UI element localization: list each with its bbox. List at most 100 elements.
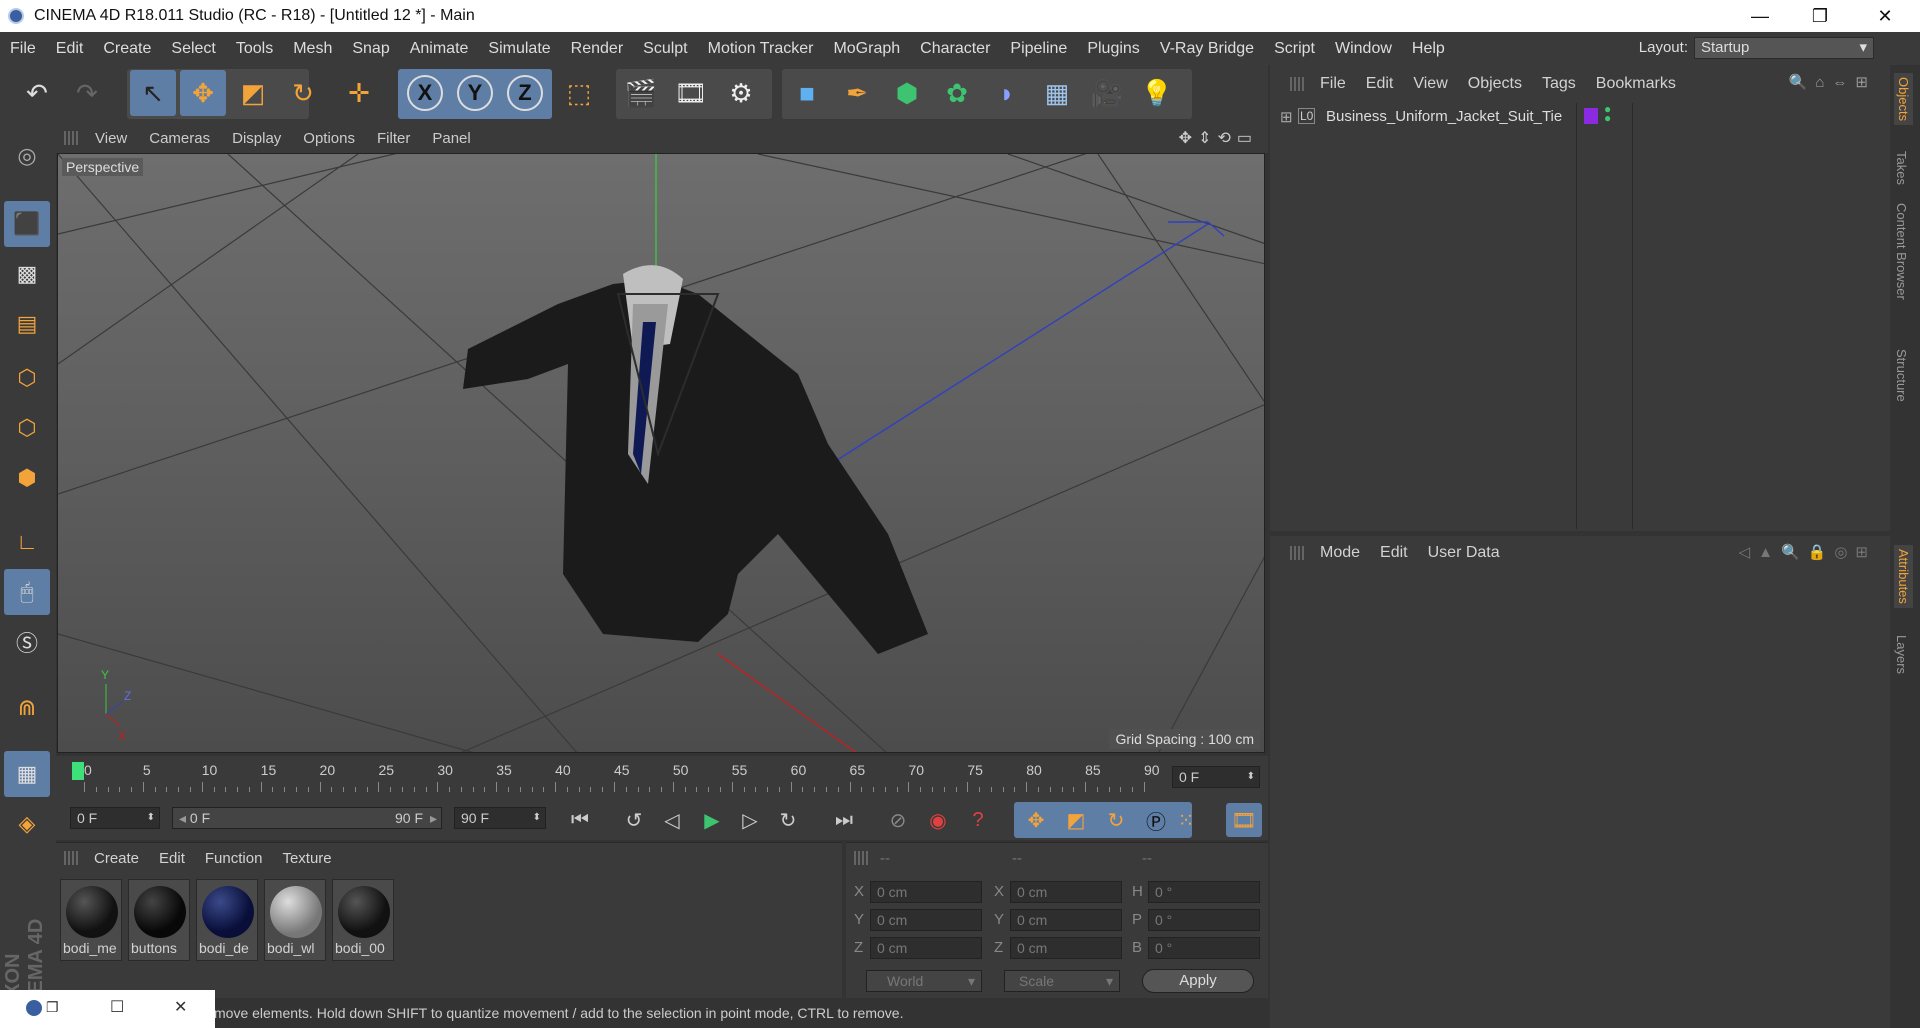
3d-viewport[interactable]: Y Z X Perspective Grid Spacing : 100 cm [57,153,1265,753]
end-frame-field[interactable]: 90 F ⬍ [454,807,546,829]
attribute-menu-user-data[interactable]: User Data [1418,544,1510,562]
menu-character[interactable]: Character [910,40,1000,58]
material-swatch[interactable]: bodi_00 [332,879,394,961]
camera-label[interactable]: Perspective [62,158,144,176]
start-frame-field[interactable]: 0 F ⬍ [70,807,160,829]
coord-space-select[interactable]: World ▾ [866,970,982,992]
render-picture-viewer-icon[interactable]: 🎞 [668,70,714,116]
menu-file[interactable]: File [0,40,46,58]
y-axis-icon[interactable]: Y [452,70,498,116]
pen-icon[interactable]: ✒ [834,70,880,116]
range-slider[interactable]: ◂ 0 F 90 F ▸ [172,807,442,829]
rot-b-field[interactable]: 0 ° [1148,937,1260,959]
rot-p-field[interactable]: 0 ° [1148,909,1260,931]
coord-mode-select[interactable]: Scale ▾ [1004,970,1120,992]
object-menu-bookmarks[interactable]: Bookmarks [1586,75,1686,93]
expand-icon[interactable]: ⊞ [1280,108,1293,126]
menu-simulate[interactable]: Simulate [478,40,560,58]
object-name[interactable]: Business_Uniform_Jacket_Suit_Tie [1326,108,1562,125]
grip-icon[interactable] [1290,77,1304,91]
make-editable-icon[interactable]: ◎ [4,133,50,179]
visibility-dots-icon[interactable]: ● ● [1604,103,1611,124]
tab-attributes[interactable]: Attributes [1894,545,1913,608]
menu-help[interactable]: Help [1402,40,1455,58]
menu-mograph[interactable]: MoGraph [823,40,910,58]
floor-icon[interactable]: ▦ [1034,70,1080,116]
object-row[interactable]: ⊞ L0 Business_Uniform_Jacket_Suit_Tie ● ● [1274,103,1888,129]
menu-mesh[interactable]: Mesh [283,40,342,58]
material-swatch[interactable]: bodi_me [60,879,122,961]
current-frame-field[interactable]: 0 F ⬍ [1172,766,1260,788]
go-to-start-icon[interactable]: ⏮ [562,803,598,837]
workplane-lock-icon[interactable]: ▦ [4,751,50,797]
undo-icon[interactable]: ↶ [14,70,60,116]
cloner-icon[interactable]: ✿ [934,70,980,116]
grip-icon[interactable] [64,851,78,865]
live-move-icon[interactable]: ✛ [336,70,382,116]
next-frame-icon[interactable]: ▷ [732,803,768,837]
restore-icon[interactable]: ❐ [46,999,59,1016]
timeline-window-icon[interactable]: 🎞 [1226,803,1262,837]
menu-script[interactable]: Script [1264,40,1325,58]
object-menu-view[interactable]: View [1403,75,1457,93]
render-settings-icon[interactable]: ⚙ [718,70,764,116]
menu-plugins[interactable]: Plugins [1077,40,1149,58]
size-y-field[interactable]: 0 cm [1010,909,1122,931]
subdivision-icon[interactable]: ⬢ [884,70,930,116]
apply-button[interactable]: Apply [1142,969,1254,993]
attribute-menu-edit[interactable]: Edit [1370,544,1418,562]
size-x-field[interactable]: 0 cm [1010,881,1122,903]
tab-content-browser[interactable]: Content Browser [1894,203,1909,300]
previous-frame-icon[interactable]: ◁ [654,803,690,837]
playhead-marker[interactable] [72,762,84,780]
menu-select[interactable]: Select [161,40,225,58]
keyframe-selection-icon[interactable]: ? [960,803,996,837]
rot-h-field[interactable]: 0 ° [1148,881,1260,903]
material-swatch[interactable]: bodi_wl [264,879,326,961]
tab-objects[interactable]: Objects [1894,73,1913,126]
menu-motion-tracker[interactable]: Motion Tracker [698,40,824,58]
menu-render[interactable]: Render [561,40,633,58]
menu-animate[interactable]: Animate [400,40,479,58]
next-key-icon[interactable]: ↻ [770,803,806,837]
menu-create[interactable]: Create [93,40,161,58]
maximize-icon[interactable]: ☐ [110,997,124,1017]
object-menu-edit[interactable]: Edit [1356,75,1404,93]
menu-edit[interactable]: Edit [46,40,94,58]
object-manager-tools-icons[interactable]: 🔍⌂⇔⊞ [1789,73,1876,91]
tab-takes[interactable]: Takes [1894,151,1909,185]
menu-window[interactable]: Window [1325,40,1402,58]
layout-select[interactable]: Startup ▾ [1694,37,1874,59]
redo-icon[interactable]: ↷ [64,70,110,116]
minimized-window-bar[interactable]: ❐ ☐ ✕ [0,990,215,1028]
scale-icon[interactable]: ◩ [230,70,276,116]
light-icon[interactable]: 💡 [1134,70,1180,116]
pos-z-field[interactable]: 0 cm [870,937,982,959]
grip-icon[interactable] [854,851,868,865]
menu-pipeline[interactable]: Pipeline [1000,40,1077,58]
material-menu-texture[interactable]: Texture [272,850,341,867]
size-z-field[interactable]: 0 cm [1010,937,1122,959]
key-parameter-icon[interactable]: Ⓟ [1138,803,1174,837]
planar-workplane-icon[interactable]: ◈ [4,801,50,847]
points-mode-icon[interactable]: ⬡ [4,355,50,401]
close-button[interactable]: ✕ [1855,0,1915,32]
previous-key-icon[interactable]: ↺ [616,803,652,837]
material-menu-function[interactable]: Function [195,850,273,867]
z-axis-icon[interactable]: Z [502,70,548,116]
viewport-menu-view[interactable]: View [84,130,138,147]
coord-system-icon[interactable]: ⬚ [556,70,602,116]
menu-snap[interactable]: Snap [342,40,399,58]
attribute-menu-mode[interactable]: Mode [1310,544,1370,562]
polygons-mode-icon[interactable]: ⬢ [4,455,50,501]
menu-vray-bridge[interactable]: V-Ray Bridge [1150,40,1264,58]
object-menu-objects[interactable]: Objects [1458,75,1532,93]
play-icon[interactable]: ▶ [694,803,730,837]
move-icon[interactable]: ✥ [180,70,226,116]
material-menu-create[interactable]: Create [84,850,149,867]
pos-y-field[interactable]: 0 cm [870,909,982,931]
go-to-end-icon[interactable]: ⏭ [826,803,862,837]
material-swatch[interactable]: buttons [128,879,190,961]
tab-structure[interactable]: Structure [1894,349,1909,402]
edges-mode-icon[interactable]: ⬡ [4,405,50,451]
